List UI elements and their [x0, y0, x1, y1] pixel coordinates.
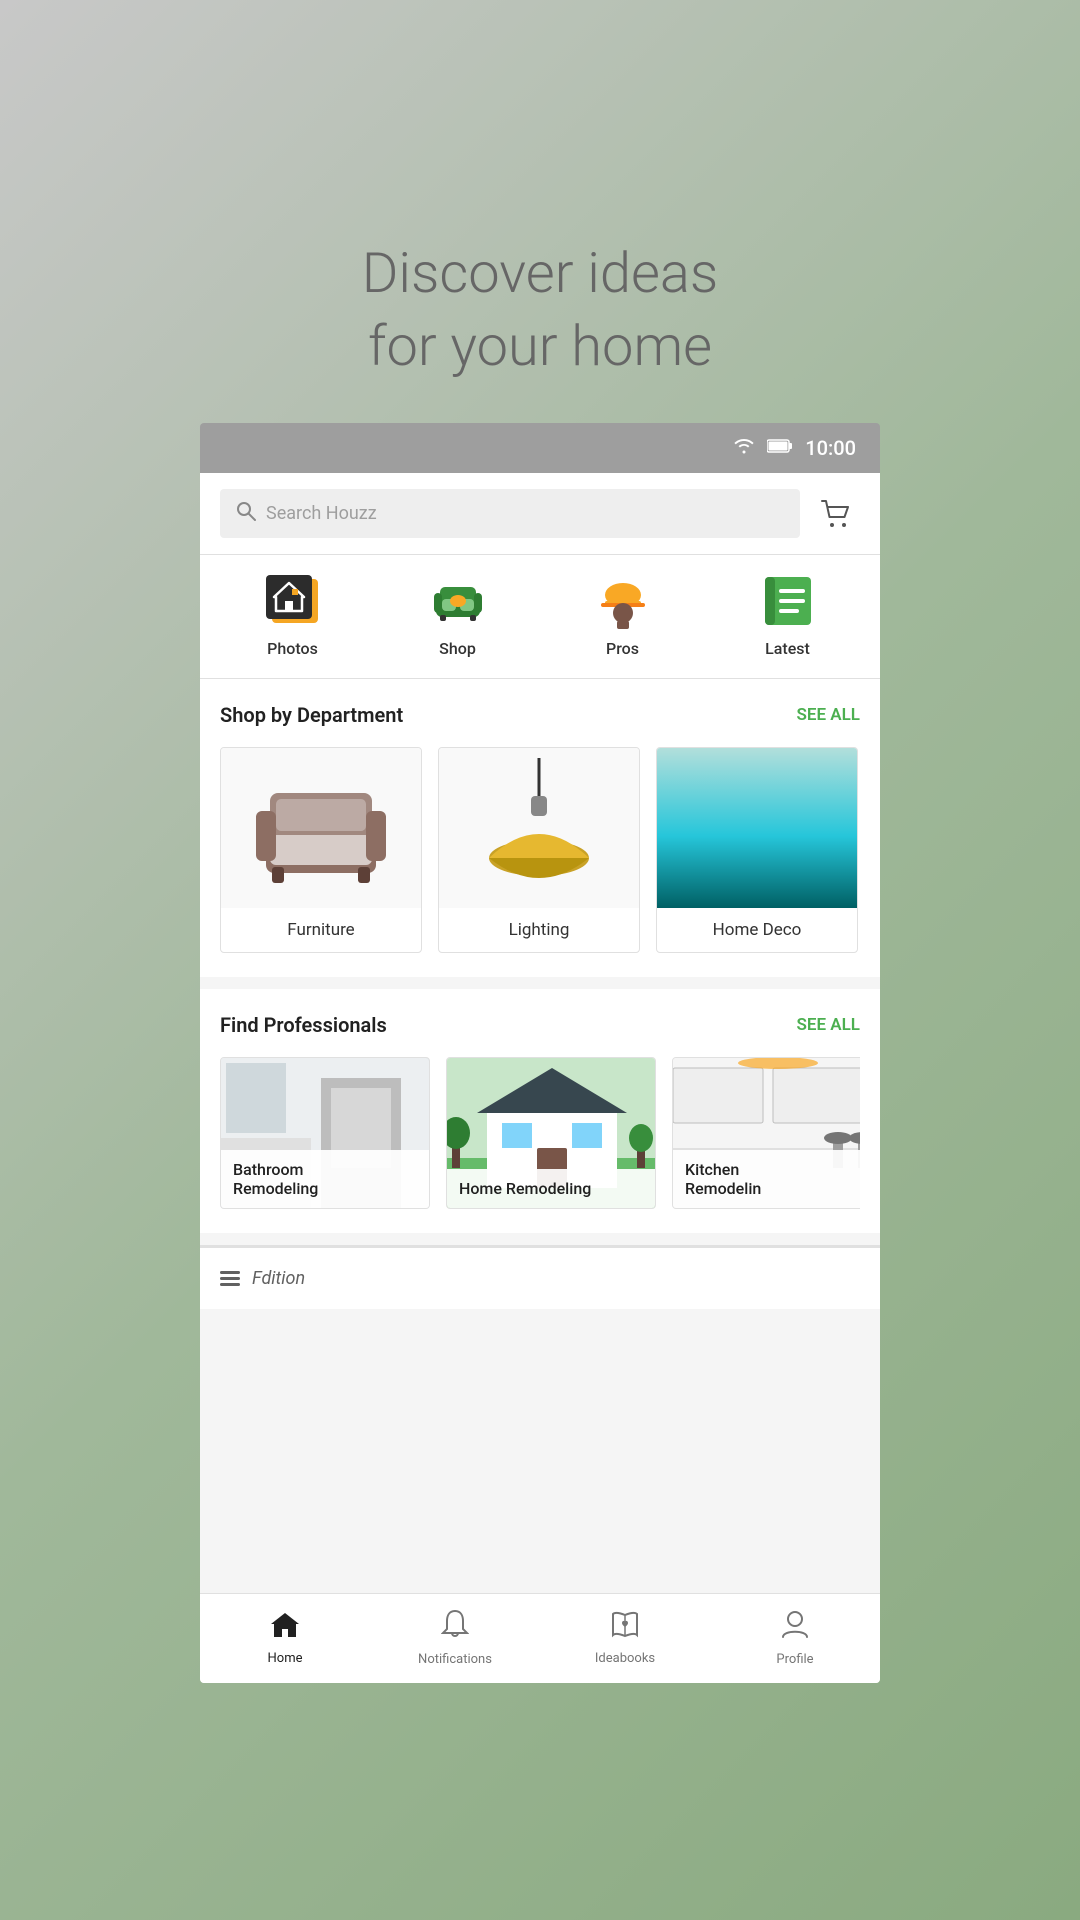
wifi-icon: [733, 436, 755, 459]
home-remodeling-card-label: Home Remodeling: [447, 1169, 656, 1208]
bottom-nav-profile[interactable]: Profile: [710, 1609, 880, 1667]
bathroom-card-img: BathroomRemodeling: [221, 1058, 430, 1208]
menu-lines-icon: [220, 1271, 240, 1286]
shop-cards-scroll: Furniture: [220, 747, 860, 953]
home-remodeling-card[interactable]: Home Remodeling: [446, 1057, 656, 1209]
pros-icon: [593, 571, 653, 631]
lighting-card-img: [439, 748, 639, 908]
shop-icon: [428, 571, 488, 631]
search-icon: [236, 501, 256, 526]
hero-section: Discover ideas for your home: [362, 237, 719, 383]
nav-label-photos: Photos: [267, 639, 318, 658]
kitchen-card-label: KitchenRemodelin: [673, 1150, 860, 1208]
hint-text-label: Fdition: [252, 1268, 305, 1289]
profile-nav-icon: [781, 1609, 809, 1646]
home-deco-card[interactable]: Home Deco: [656, 747, 858, 953]
bathroom-card-label: BathroomRemodeling: [221, 1150, 430, 1208]
hero-line1: Discover ideas: [362, 240, 719, 306]
nav-item-shop[interactable]: Shop: [428, 571, 488, 658]
shop-section-header: Shop by Department SEE ALL: [220, 703, 860, 727]
furniture-card[interactable]: Furniture: [220, 747, 422, 953]
home-deco-card-label: Home Deco: [657, 908, 857, 952]
bathroom-card[interactable]: BathroomRemodeling: [220, 1057, 430, 1209]
lighting-card-label: Lighting: [439, 908, 639, 952]
home-remodeling-card-img: Home Remodeling: [447, 1058, 656, 1208]
prof-cards-scroll: BathroomRemodeling: [220, 1057, 860, 1209]
nav-item-photos[interactable]: Photos: [263, 571, 323, 658]
shop-section-title: Shop by Department: [220, 703, 403, 727]
photos-icon: [263, 571, 323, 631]
nav-label-latest: Latest: [765, 639, 810, 658]
nav-icons-row: Photos: [200, 555, 880, 679]
prof-section-header: Find Professionals SEE ALL: [220, 1013, 860, 1037]
search-box[interactable]: Search Houzz: [220, 489, 800, 538]
nav-label-pros: Pros: [606, 639, 639, 658]
search-placeholder: Search Houzz: [266, 503, 377, 524]
phone-frame: 10:00 Search Houzz: [200, 423, 880, 1683]
furniture-card-img: [221, 748, 421, 908]
status-bar: 10:00: [200, 423, 880, 473]
app-content: Search Houzz: [200, 473, 880, 1683]
top-bar: Search Houzz: [200, 473, 880, 555]
home-nav-label: Home: [268, 1651, 303, 1666]
ideabooks-nav-label: Ideabooks: [595, 1651, 655, 1666]
shop-by-department-section: Shop by Department SEE ALL: [200, 679, 880, 977]
status-time: 10:00: [805, 436, 856, 460]
bottom-nav: Home Notifications: [200, 1593, 880, 1683]
lighting-card[interactable]: Lighting: [438, 747, 640, 953]
notifications-nav-icon: [441, 1609, 469, 1646]
kitchen-card-img: KitchenRemodelin: [673, 1058, 860, 1208]
prof-see-all[interactable]: SEE ALL: [796, 1015, 860, 1035]
bottom-nav-notifications[interactable]: Notifications: [370, 1609, 540, 1667]
latest-icon: [758, 571, 818, 631]
hero-line2: for your home: [368, 313, 712, 379]
nav-item-pros[interactable]: Pros: [593, 571, 653, 658]
cart-button[interactable]: [812, 489, 860, 537]
ideabooks-nav-icon: [610, 1610, 640, 1645]
battery-icon: [767, 438, 793, 458]
bottom-hint: Fdition: [200, 1245, 880, 1309]
notifications-nav-label: Notifications: [418, 1652, 492, 1667]
prof-section-title: Find Professionals: [220, 1013, 387, 1037]
furniture-card-label: Furniture: [221, 908, 421, 952]
find-professionals-section: Find Professionals SEE ALL: [200, 989, 880, 1233]
app-wrapper: Discover ideas for your home 10:00: [200, 237, 880, 1683]
shop-see-all[interactable]: SEE ALL: [796, 705, 860, 725]
nav-label-shop: Shop: [439, 639, 476, 658]
kitchen-card[interactable]: KitchenRemodelin: [672, 1057, 860, 1209]
scroll-content[interactable]: Shop by Department SEE ALL: [200, 679, 880, 1593]
profile-nav-label: Profile: [776, 1652, 813, 1667]
home-nav-icon: [270, 1610, 300, 1645]
home-deco-card-img: [657, 748, 857, 908]
nav-item-latest[interactable]: Latest: [758, 571, 818, 658]
bottom-nav-ideabooks[interactable]: Ideabooks: [540, 1610, 710, 1666]
bottom-nav-home[interactable]: Home: [200, 1610, 370, 1666]
hint-line: Fdition: [220, 1268, 860, 1289]
